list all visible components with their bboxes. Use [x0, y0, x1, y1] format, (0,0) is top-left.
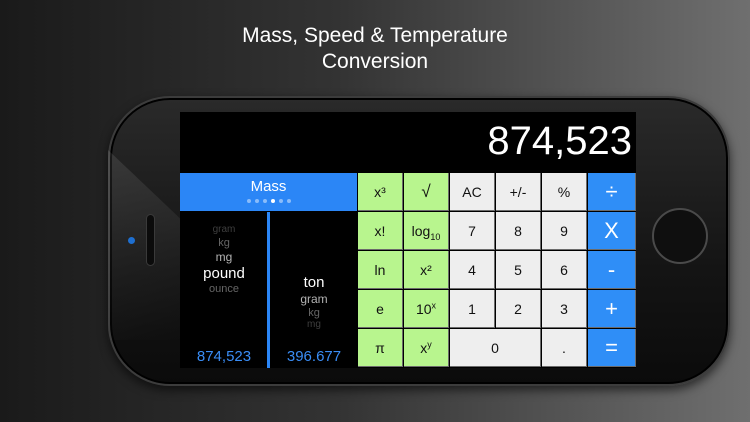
page-dot[interactable]	[262, 199, 267, 203]
selected-to-unit[interactable]: ton	[270, 274, 358, 291]
ten-power-label: 10	[415, 301, 432, 317]
power-superscript: y	[427, 339, 432, 350]
digit-4-button[interactable]: 4	[450, 251, 495, 289]
digit-6-button[interactable]: 6	[542, 251, 587, 289]
log10-button[interactable]: log10	[404, 212, 449, 250]
home-button[interactable]	[652, 208, 708, 264]
ten-power-superscript: x	[431, 300, 437, 311]
unit-option[interactable]: ounce	[180, 283, 268, 295]
front-camera-icon	[128, 237, 135, 244]
factorial-button[interactable]: x!	[358, 212, 403, 250]
calculator-screen: 874,523 Mass gram kg mg pound ounce 874,…	[180, 112, 636, 368]
negate-button[interactable]: +/-	[496, 173, 541, 211]
headline-line-2: Conversion	[321, 50, 429, 73]
log10-subscript: 10	[430, 231, 441, 242]
page-dot[interactable]	[270, 199, 275, 203]
digit-7-button[interactable]: 7	[450, 212, 495, 250]
digit-3-button[interactable]: 3	[542, 290, 587, 328]
subtract-button[interactable]: -	[588, 251, 636, 289]
unit-option[interactable]: mg	[180, 250, 268, 264]
conversion-category-label: Mass	[250, 178, 287, 195]
natural-log-button[interactable]: ln	[358, 251, 403, 289]
all-clear-button[interactable]: AC	[450, 173, 495, 211]
page-dot[interactable]	[246, 199, 251, 203]
page-dot[interactable]	[254, 199, 259, 203]
digit-1-button[interactable]: 1	[450, 290, 495, 328]
conversion-category-header[interactable]: Mass	[180, 173, 357, 211]
unit-option[interactable]: kg	[270, 307, 358, 319]
from-value: 874,523	[196, 348, 252, 365]
square-root-button[interactable]: √	[404, 173, 449, 211]
percent-button[interactable]: %	[542, 173, 587, 211]
power-button[interactable]: xy	[404, 329, 449, 367]
multiply-button[interactable]: X	[588, 212, 636, 250]
earpiece-speaker	[146, 214, 155, 266]
log10-label: log	[411, 223, 431, 239]
result-display: 874,523	[487, 119, 632, 163]
square-button[interactable]: x²	[404, 251, 449, 289]
digit-5-button[interactable]: 5	[496, 251, 541, 289]
pi-button[interactable]: π	[358, 329, 403, 367]
decimal-button[interactable]: .	[542, 329, 587, 367]
cube-button[interactable]: x³	[358, 173, 403, 211]
page-dot[interactable]	[278, 199, 283, 203]
page-dot[interactable]	[286, 199, 291, 203]
selected-from-unit[interactable]: pound	[180, 265, 268, 282]
to-unit-picker[interactable]: ton gram kg mg 396.677	[270, 212, 358, 368]
divide-button[interactable]: ÷	[588, 173, 636, 211]
digit-8-button[interactable]: 8	[496, 212, 541, 250]
unit-option[interactable]: kg	[180, 237, 268, 249]
unit-option[interactable]: gram	[270, 292, 358, 306]
digit-9-button[interactable]: 9	[542, 212, 587, 250]
euler-button[interactable]: e	[358, 290, 403, 328]
equals-button[interactable]: =	[588, 329, 636, 367]
add-button[interactable]: +	[588, 290, 636, 328]
page-indicator[interactable]	[180, 199, 357, 203]
from-unit-picker[interactable]: gram kg mg pound ounce 874,523	[180, 212, 268, 368]
digit-2-button[interactable]: 2	[496, 290, 541, 328]
headline-line-1: Mass, Speed & Temperature	[242, 24, 508, 47]
unit-option[interactable]: mg	[270, 319, 358, 330]
unit-option[interactable]: gram	[180, 224, 268, 235]
ten-power-button[interactable]: 10x	[404, 290, 449, 328]
digit-0-button[interactable]: 0	[450, 329, 541, 367]
to-value: 396.677	[286, 348, 342, 365]
